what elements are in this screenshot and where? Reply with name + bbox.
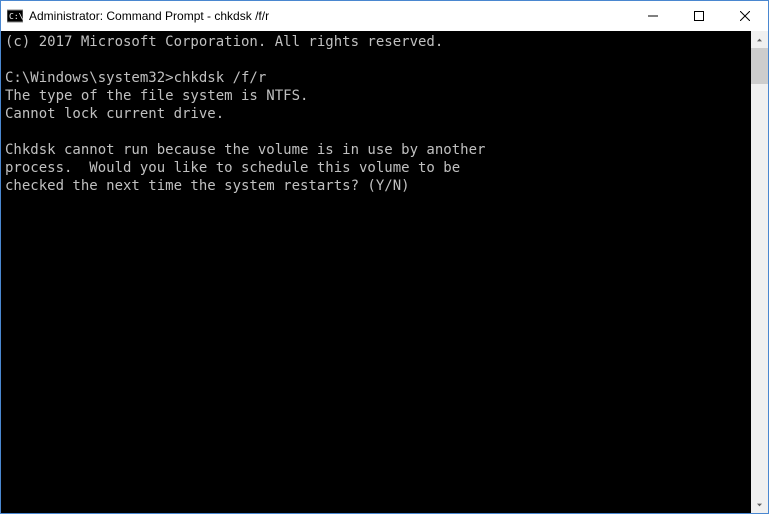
scrollbar-track[interactable] — [751, 48, 768, 496]
svg-text:C:\: C:\ — [9, 12, 23, 21]
copyright-line: (c) 2017 Microsoft Corporation. All righ… — [5, 34, 443, 50]
client-area: (c) 2017 Microsoft Corporation. All righ… — [1, 31, 768, 513]
window-title: Administrator: Command Prompt - chkdsk /… — [29, 9, 630, 23]
output-msg2: process. Would you like to schedule this… — [5, 160, 460, 176]
scroll-down-button[interactable] — [751, 496, 768, 513]
cmd-icon: C:\ — [7, 8, 23, 24]
scroll-up-button[interactable] — [751, 31, 768, 48]
console-output[interactable]: (c) 2017 Microsoft Corporation. All righ… — [1, 31, 751, 513]
output-msg1: Chkdsk cannot run because the volume is … — [5, 142, 485, 158]
output-msg3: checked the next time the system restart… — [5, 178, 410, 194]
titlebar[interactable]: C:\ Administrator: Command Prompt - chkd… — [1, 1, 768, 31]
maximize-button[interactable] — [676, 1, 722, 31]
scrollbar-thumb[interactable] — [751, 48, 768, 84]
minimize-button[interactable] — [630, 1, 676, 31]
window-controls — [630, 1, 768, 31]
prompt-path: C:\Windows\system32> — [5, 70, 174, 86]
output-fs-type: The type of the file system is NTFS. — [5, 88, 308, 104]
output-lock: Cannot lock current drive. — [5, 106, 224, 122]
close-button[interactable] — [722, 1, 768, 31]
command-text: chkdsk /f/r — [174, 70, 267, 86]
command-prompt-window: C:\ Administrator: Command Prompt - chkd… — [0, 0, 769, 514]
vertical-scrollbar[interactable] — [751, 31, 768, 513]
